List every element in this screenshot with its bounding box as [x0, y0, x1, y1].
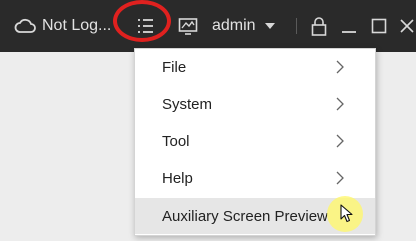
user-name-label[interactable]: admin	[212, 0, 256, 52]
annotation-circle	[113, 0, 171, 42]
cloud-icon[interactable]	[14, 0, 36, 52]
menu-item-system[interactable]: System	[135, 86, 375, 122]
menu-item-help[interactable]: Help	[135, 160, 375, 196]
menu-item-label: Help	[162, 169, 193, 187]
caret-down-icon[interactable]	[265, 0, 275, 52]
chevron-right-icon	[336, 134, 344, 148]
maximize-icon[interactable]	[371, 0, 387, 52]
toolbar-divider	[296, 18, 297, 34]
menu-item-label: File	[162, 58, 187, 76]
menu-item-tool[interactable]: Tool	[135, 123, 375, 159]
chevron-right-icon	[336, 60, 344, 74]
minimize-icon[interactable]	[341, 0, 357, 52]
menu-item-file[interactable]: File	[135, 49, 375, 85]
mouse-pointer-icon	[340, 204, 353, 223]
menu-item-label: Auxiliary Screen Preview	[162, 207, 328, 225]
menu-item-label: Tool	[162, 132, 190, 150]
chevron-right-icon	[336, 171, 344, 185]
menu-item-label: System	[162, 95, 213, 113]
monitor-icon[interactable]	[178, 0, 198, 52]
lock-icon[interactable]	[311, 0, 327, 52]
close-icon[interactable]	[400, 0, 414, 52]
login-status-label[interactable]: Not Log...	[42, 0, 111, 52]
chevron-right-icon	[336, 97, 344, 111]
title-bar: Not Log... admin	[0, 0, 416, 52]
